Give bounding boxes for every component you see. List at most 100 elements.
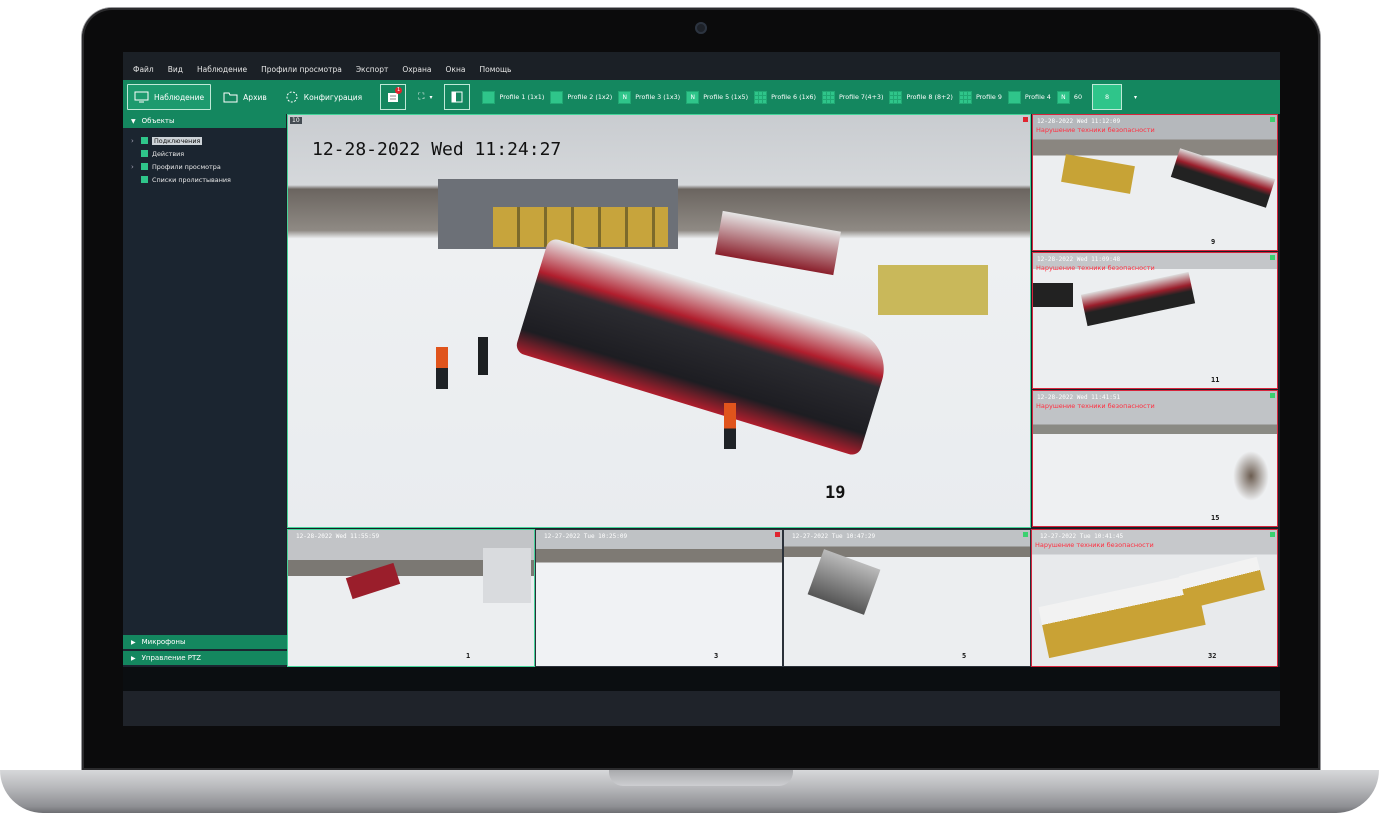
service-car bbox=[878, 265, 988, 315]
list-icon bbox=[141, 176, 148, 183]
menu-view[interactable]: Вид bbox=[168, 65, 183, 74]
camera-number: 19 bbox=[825, 483, 846, 503]
sidebar: ▼ Объекты › Подключения Действия › Профили… bbox=[123, 114, 294, 667]
profile-9-icon bbox=[958, 90, 972, 104]
chevron-right-icon: › bbox=[131, 162, 134, 171]
observe-button[interactable]: Наблюдение bbox=[127, 84, 212, 110]
profile-4-label: Profile 4 bbox=[1024, 93, 1051, 101]
camera-number: 15 bbox=[1211, 514, 1220, 522]
current-profile-button[interactable]: 8 bbox=[1092, 84, 1123, 110]
events-button[interactable]: 1 bbox=[380, 84, 407, 110]
menu-security[interactable]: Охрана bbox=[402, 65, 431, 74]
camera-timestamp: 12-28-2022 Wed 11:55:59 bbox=[296, 533, 380, 540]
object-tree: › Подключения Действия › Профили просмотра… bbox=[123, 128, 286, 186]
camera-tile-1[interactable]: 12-28-2022 Wed 11:55:59 1 bbox=[287, 529, 535, 667]
profile-5[interactable]: N Profile 5 (1x5) bbox=[686, 90, 749, 104]
tree-item-scroll-lists[interactable]: Списки пролистывания bbox=[131, 173, 286, 186]
profile-3[interactable]: N Profile 3 (1x3) bbox=[618, 90, 681, 104]
profile-9[interactable]: Profile 9 bbox=[958, 90, 1002, 104]
profile-60-label: 60 bbox=[1073, 93, 1083, 101]
camera-view bbox=[536, 530, 782, 666]
tram-parked bbox=[715, 210, 841, 276]
profile-2[interactable]: Profile 2 (1x2) bbox=[550, 90, 612, 104]
tram-yellow-2 bbox=[1179, 556, 1265, 610]
webcam-icon bbox=[695, 22, 707, 34]
tree-item-label: Списки пролистывания bbox=[152, 175, 231, 184]
record-indicator bbox=[1023, 117, 1028, 122]
profile-4-icon bbox=[1007, 90, 1021, 104]
camera-timestamp: 12-27-2022 Tue 10:25:09 bbox=[544, 533, 628, 540]
camera-tile-main[interactable]: 10 12-28-2022 Wed 11:24:27 19 bbox=[287, 114, 1031, 528]
profile-5-label: Profile 5 (1x5) bbox=[703, 93, 749, 101]
profile-7[interactable]: Profile 7(4+3) bbox=[822, 90, 883, 104]
worker-2 bbox=[478, 337, 488, 375]
tree-item-connections[interactable]: › Подключения bbox=[131, 134, 286, 147]
camera-tile-3[interactable]: 12-27-2022 Tue 10:25:09 3 bbox=[535, 529, 783, 667]
chevron-right-icon: › bbox=[131, 136, 134, 145]
tram-yellow bbox=[1038, 573, 1206, 659]
tile-index: 10 bbox=[290, 117, 302, 124]
profile-5-icon: N bbox=[686, 90, 700, 104]
camera-number: 32 bbox=[1208, 652, 1217, 660]
bare-tree bbox=[1233, 451, 1269, 501]
profile-60-icon: N bbox=[1056, 90, 1070, 104]
tree-item-profiles[interactable]: › Профили просмотра bbox=[131, 160, 286, 173]
ptz-header[interactable]: ▶ Управление PTZ bbox=[123, 651, 294, 665]
menu-view-profiles[interactable]: Профили просмотра bbox=[261, 65, 342, 74]
camera-tile-32[interactable]: 12-27-2022 Tue 10:41:45 Нарушение техник… bbox=[1031, 529, 1278, 667]
camera-tile-15[interactable]: 12-28-2022 Wed 11:41:51 Нарушение техник… bbox=[1032, 390, 1278, 527]
profile-6[interactable]: Profile 6 (1x6) bbox=[754, 90, 816, 104]
microphones-header[interactable]: ▶ Микрофоны bbox=[123, 635, 294, 649]
camera-number: 1 bbox=[466, 652, 471, 660]
profile-1[interactable]: Profile 1 (1x1) bbox=[482, 90, 545, 104]
person-dropdown[interactable]: ⛶ ▾ bbox=[412, 84, 438, 110]
profile-1-label: Profile 1 (1x1) bbox=[499, 93, 545, 101]
alert-text: Нарушение техники безопасности bbox=[1036, 402, 1155, 410]
chevron-down-icon: ▾ bbox=[429, 93, 433, 101]
record-indicator bbox=[1270, 532, 1275, 537]
menu-help[interactable]: Помощь bbox=[479, 65, 511, 74]
archive-label: Архив bbox=[243, 92, 267, 102]
panel-toggle-button[interactable] bbox=[444, 84, 471, 110]
alert-text: Нарушение техники безопасности bbox=[1036, 126, 1155, 134]
archive-button[interactable]: Архив bbox=[217, 84, 273, 110]
tree-item-actions[interactable]: Действия bbox=[131, 147, 286, 160]
tram-red bbox=[1170, 148, 1276, 208]
profile-9-label: Profile 9 bbox=[975, 93, 1002, 101]
profile-8-label: Profile 8 (8+2) bbox=[906, 93, 953, 101]
camera-number: 3 bbox=[714, 652, 719, 660]
camera-view bbox=[1033, 253, 1277, 388]
profile-8-icon bbox=[889, 90, 903, 104]
ptz-title: Управление PTZ bbox=[141, 654, 202, 662]
tram-red bbox=[1080, 271, 1196, 327]
tree-item-label: Действия bbox=[152, 149, 185, 158]
worker-1 bbox=[436, 347, 448, 389]
record-indicator bbox=[1270, 255, 1275, 260]
camera-tile-9[interactable]: 12-28-2022 Wed 11:12:09 Нарушение техник… bbox=[1032, 114, 1278, 251]
camera-tile-5[interactable]: 12-27-2022 Tue 10:47:29 5 bbox=[783, 529, 1031, 667]
profile-1-icon bbox=[482, 90, 496, 104]
menu-file[interactable]: Файл bbox=[133, 65, 154, 74]
objects-header[interactable]: ▼ Объекты bbox=[123, 114, 286, 128]
menu-observation[interactable]: Наблюдение bbox=[197, 65, 247, 74]
camera-timestamp: 12-28-2022 Wed 11:24:27 bbox=[312, 139, 562, 160]
profile-7-icon bbox=[822, 90, 835, 104]
menu-windows[interactable]: Окна bbox=[446, 65, 466, 74]
app-window: Файл Вид Наблюдение Профили просмотра Эк… bbox=[123, 52, 1280, 726]
laptop-notch bbox=[609, 770, 793, 786]
events-badge: 1 bbox=[395, 87, 403, 94]
panel-icon bbox=[451, 91, 463, 103]
profile-60[interactable]: N 60 bbox=[1056, 90, 1083, 104]
camera-tile-11[interactable]: 12-28-2022 Wed 11:09:48 Нарушение техник… bbox=[1032, 252, 1278, 389]
config-button[interactable]: Конфигурация bbox=[279, 84, 368, 110]
profile-menu-chevron-icon[interactable]: ▾ bbox=[1134, 94, 1137, 101]
record-indicator bbox=[775, 532, 780, 537]
main-toolbar: Наблюдение Архив Конфигурация 1 ⛶ ▾ Prof… bbox=[123, 80, 1280, 114]
menu-export[interactable]: Экспорт bbox=[356, 65, 389, 74]
record-indicator bbox=[1270, 393, 1275, 398]
profile-4[interactable]: Profile 4 bbox=[1007, 90, 1051, 104]
profile-3-label: Profile 3 (1x3) bbox=[635, 93, 681, 101]
profile-8[interactable]: Profile 8 (8+2) bbox=[889, 90, 953, 104]
record-indicator bbox=[1023, 532, 1028, 537]
camera-view bbox=[1032, 530, 1277, 666]
